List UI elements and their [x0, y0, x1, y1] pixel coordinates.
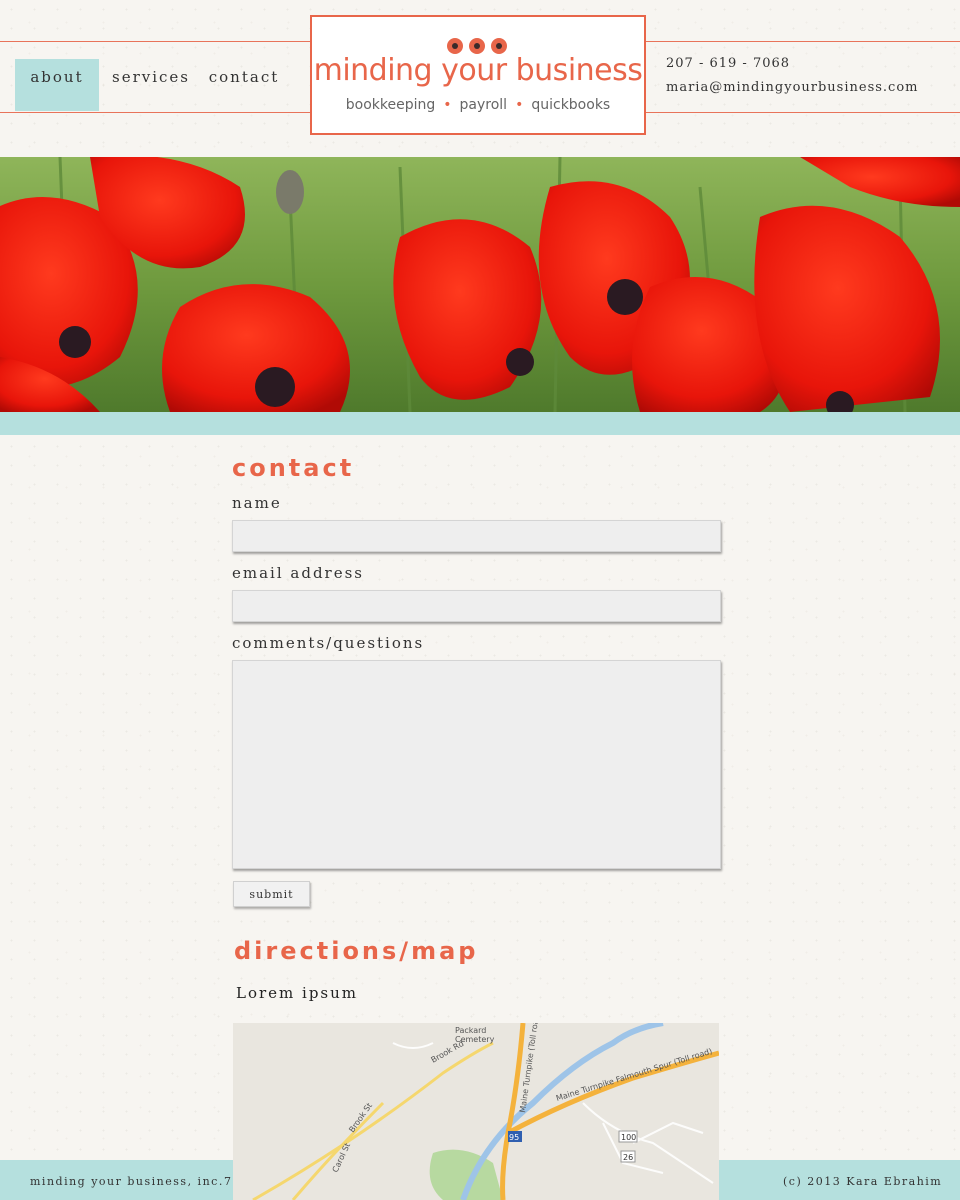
- header-email-link[interactable]: maria@mindingyourbusiness.com: [666, 80, 919, 95]
- map-shield-26: 26: [623, 1153, 633, 1162]
- submit-button[interactable]: submit: [233, 881, 310, 907]
- map-shield-i95: 95: [509, 1133, 519, 1142]
- map-label-packard: Packard: [455, 1026, 486, 1035]
- logo-service-bookkeeping: bookkeeping: [345, 97, 436, 113]
- nav-about[interactable]: about: [15, 59, 99, 111]
- comments-label: comments/questions: [232, 634, 425, 652]
- map-shield-100: 100: [621, 1133, 636, 1142]
- directions-map[interactable]: Packard Cemetery Brook Rd Brook St Carol…: [233, 1023, 719, 1200]
- name-label: name: [232, 494, 282, 512]
- hero-teal-band: [0, 412, 960, 435]
- footer-truncated: 7: [224, 1175, 233, 1188]
- email-label: email address: [232, 564, 364, 582]
- directions-text: Lorem ipsum: [236, 984, 359, 1002]
- site-logo[interactable]: minding your business bookkeeping • payrol…: [310, 15, 646, 135]
- hero-poppies-image: [0, 157, 960, 412]
- logo-services: bookkeeping • payroll • quickbooks: [345, 97, 611, 113]
- contact-heading: contact: [232, 454, 355, 482]
- logo-title: minding your business: [313, 53, 643, 88]
- header-phone: 207 - 619 - 7068: [666, 56, 791, 71]
- directions-heading: directions/map: [234, 937, 479, 965]
- logo-service-quickbooks: quickbooks: [531, 97, 611, 113]
- footer-company: minding your business, inc.: [30, 1175, 224, 1188]
- nav-contact[interactable]: contact: [206, 59, 282, 111]
- nav-services[interactable]: services: [110, 59, 192, 111]
- email-field[interactable]: [232, 590, 721, 622]
- name-field[interactable]: [232, 520, 721, 552]
- logo-service-payroll: payroll: [459, 97, 508, 113]
- comments-field[interactable]: [232, 660, 721, 869]
- footer-copyright: (c) 2013 Kara Ebrahim: [783, 1175, 943, 1188]
